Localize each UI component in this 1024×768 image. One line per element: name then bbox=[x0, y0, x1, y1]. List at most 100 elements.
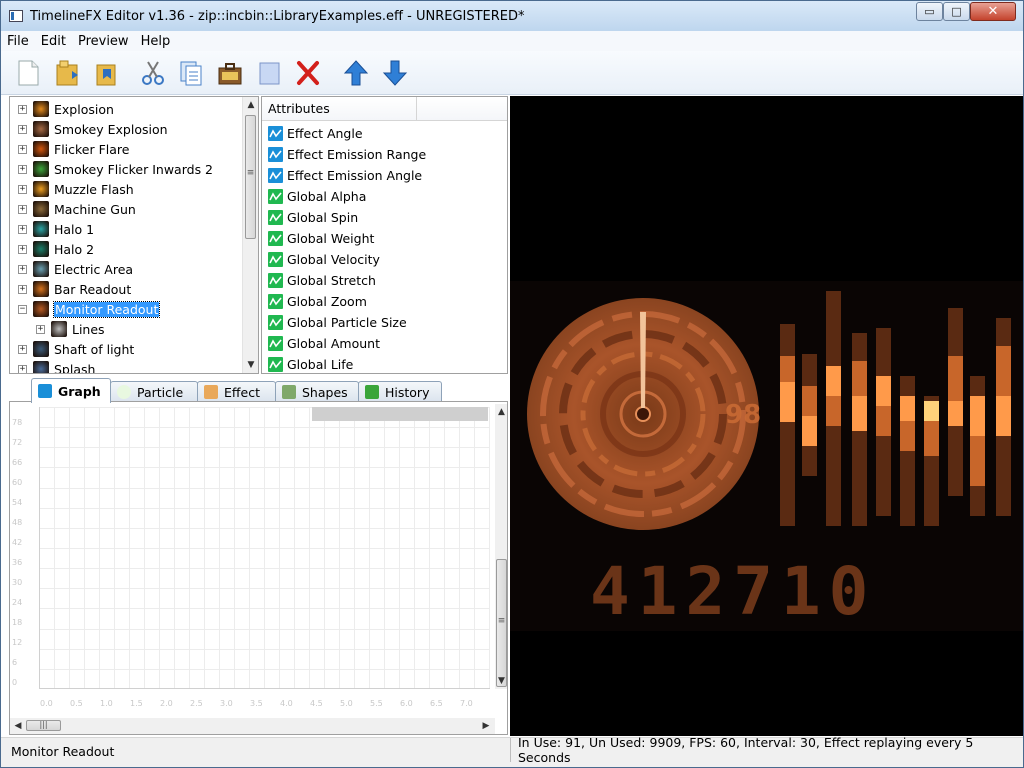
graph-grid[interactable] bbox=[39, 407, 490, 689]
tree-item[interactable]: + Smokey Flicker Inwards 2 bbox=[18, 159, 213, 179]
library-tree[interactable]: + Explosion + Smokey Explosion + Flicker Flar… bbox=[9, 96, 259, 374]
effect-thumbnail-icon bbox=[33, 261, 49, 277]
attribute-item[interactable]: Global Spin bbox=[268, 207, 358, 228]
paste-button[interactable] bbox=[215, 58, 245, 88]
attribute-item[interactable]: Global Weight bbox=[268, 228, 374, 249]
cut-button[interactable] bbox=[138, 58, 168, 88]
attribute-item[interactable]: Effect Emission Range bbox=[268, 144, 426, 165]
tree-item[interactable]: + Smokey Explosion bbox=[18, 119, 168, 139]
attribute-label: Global Life bbox=[287, 357, 354, 372]
clone-button[interactable] bbox=[254, 58, 284, 88]
tree-scrollbar[interactable]: ▲ ≡ ▼ bbox=[242, 97, 258, 373]
tree-scroll-down[interactable]: ▼ bbox=[243, 357, 258, 373]
move-up-button[interactable] bbox=[341, 58, 371, 88]
effect-thumbnail-icon bbox=[33, 241, 49, 257]
readout-bar-segment bbox=[996, 346, 1011, 396]
readout-bar-segment bbox=[970, 436, 985, 486]
graph-horizontal-scrollbar[interactable]: ◀ ||| ▶ bbox=[10, 718, 495, 734]
attributes-panel: Attributes Effect Angle Effect Emission R… bbox=[261, 96, 508, 374]
tree-item[interactable]: + Lines bbox=[36, 319, 105, 339]
expand-icon[interactable]: + bbox=[18, 264, 27, 274]
tree-item[interactable]: + Halo 2 bbox=[18, 239, 94, 259]
tree-item[interactable]: + Electric Area bbox=[18, 259, 133, 279]
expand-icon[interactable]: + bbox=[18, 164, 27, 174]
graph-vertical-scrollbar[interactable]: ▲ ≡ ▼ bbox=[495, 404, 507, 689]
expand-icon[interactable]: + bbox=[18, 224, 27, 234]
expand-icon[interactable]: + bbox=[18, 184, 27, 194]
tree-item[interactable]: + Flicker Flare bbox=[18, 139, 129, 159]
graph-hscroll-thumb[interactable]: ||| bbox=[26, 720, 61, 731]
curve-icon bbox=[268, 147, 283, 162]
x-tick-label: 5.5 bbox=[370, 699, 383, 708]
attribute-item[interactable]: Effect Emission Angle bbox=[268, 165, 422, 186]
expand-icon[interactable]: + bbox=[18, 344, 27, 354]
tab-particle[interactable]: Particle bbox=[110, 381, 198, 402]
tree-item[interactable]: + Muzzle Flash bbox=[18, 179, 134, 199]
menu-preview[interactable]: Preview bbox=[72, 34, 135, 49]
tree-item[interactable]: + Halo 1 bbox=[18, 219, 94, 239]
attributes-column-header[interactable]: Attributes bbox=[262, 97, 417, 120]
expand-icon[interactable]: + bbox=[36, 324, 45, 334]
attribute-item[interactable]: Global Velocity bbox=[268, 249, 380, 270]
tree-item-label: Lines bbox=[72, 321, 105, 337]
tab-history[interactable]: History bbox=[358, 381, 442, 402]
attribute-item[interactable]: Global Amount bbox=[268, 333, 380, 354]
tree-item[interactable]: + Splash bbox=[18, 359, 95, 373]
expand-icon[interactable]: + bbox=[18, 244, 27, 254]
tree-item[interactable]: + Shaft of light bbox=[18, 339, 134, 359]
copy-button[interactable] bbox=[176, 58, 206, 88]
attributes-header[interactable]: Attributes bbox=[262, 97, 507, 121]
expand-icon[interactable]: + bbox=[18, 284, 27, 294]
minimize-button[interactable]: ▭ bbox=[916, 2, 943, 21]
curve-icon bbox=[268, 189, 283, 204]
expand-icon[interactable]: + bbox=[18, 124, 27, 134]
graph-scroll-up[interactable]: ▲ bbox=[495, 404, 507, 420]
maximize-button[interactable]: □ bbox=[943, 2, 970, 21]
tree-item[interactable]: − Monitor Readout bbox=[18, 299, 161, 319]
tree-item[interactable]: + Bar Readout bbox=[18, 279, 131, 299]
menu-file[interactable]: File bbox=[1, 34, 35, 49]
graph-vscroll-thumb[interactable]: ≡ bbox=[496, 559, 507, 687]
attribute-item[interactable]: Global Alpha bbox=[268, 186, 366, 207]
save-button[interactable] bbox=[92, 58, 122, 88]
title-bar[interactable]: TimelineFX Editor v1.36 - zip::incbin::L… bbox=[1, 1, 1023, 31]
expand-icon[interactable]: + bbox=[18, 104, 27, 114]
tree-item[interactable]: + Explosion bbox=[18, 99, 114, 119]
tab-graph[interactable]: Graph bbox=[31, 378, 111, 403]
graph-scroll-down[interactable]: ▼ bbox=[495, 673, 507, 689]
attribute-label: Global Zoom bbox=[287, 294, 367, 309]
attribute-item[interactable]: Global Stretch bbox=[268, 270, 376, 291]
tree-scroll-thumb[interactable]: ≡ bbox=[245, 115, 256, 239]
collapse-icon[interactable]: − bbox=[18, 304, 27, 314]
attribute-item[interactable]: Global Particle Size bbox=[268, 312, 407, 333]
dial-hub bbox=[635, 406, 651, 422]
open-button[interactable] bbox=[53, 58, 83, 88]
readout-bar-segment bbox=[970, 396, 985, 436]
y-tick-label: 78 bbox=[12, 418, 23, 427]
menu-help[interactable]: Help bbox=[135, 34, 177, 49]
tab-shapes[interactable]: Shapes bbox=[275, 381, 359, 402]
delete-button[interactable] bbox=[293, 58, 323, 88]
expand-icon[interactable]: + bbox=[18, 364, 27, 373]
attribute-item[interactable]: Global Life bbox=[268, 354, 354, 373]
attribute-item[interactable]: Global Zoom bbox=[268, 291, 367, 312]
attribute-label: Global Spin bbox=[287, 210, 359, 225]
maximize-icon: □ bbox=[951, 5, 962, 18]
move-down-button[interactable] bbox=[380, 58, 410, 88]
graph-panel: 78 72 66 60 54 48 42 36 30 24 18 12 6 0 0.0 0.5 1.0 1.5 2… bbox=[9, 401, 508, 735]
tree-scroll-up[interactable]: ▲ bbox=[243, 97, 258, 113]
tree-item[interactable]: + Machine Gun bbox=[18, 199, 136, 219]
attribute-label: Effect Emission Range bbox=[287, 147, 427, 162]
tree-item-label: Halo 1 bbox=[54, 221, 95, 237]
attribute-item[interactable]: Effect Angle bbox=[268, 123, 363, 144]
menu-edit[interactable]: Edit bbox=[35, 34, 72, 49]
close-button[interactable]: ✕ bbox=[970, 2, 1016, 21]
graph-scroll-right[interactable]: ▶ bbox=[478, 718, 494, 734]
y-tick-label: 72 bbox=[12, 438, 23, 447]
graph-scroll-left[interactable]: ◀ bbox=[10, 718, 26, 734]
tab-effect[interactable]: Effect bbox=[197, 381, 276, 402]
expand-icon[interactable]: + bbox=[18, 204, 27, 214]
new-button[interactable] bbox=[13, 58, 43, 88]
expand-icon[interactable]: + bbox=[18, 144, 27, 154]
effect-preview[interactable]: 98 412710 bbox=[510, 96, 1023, 736]
